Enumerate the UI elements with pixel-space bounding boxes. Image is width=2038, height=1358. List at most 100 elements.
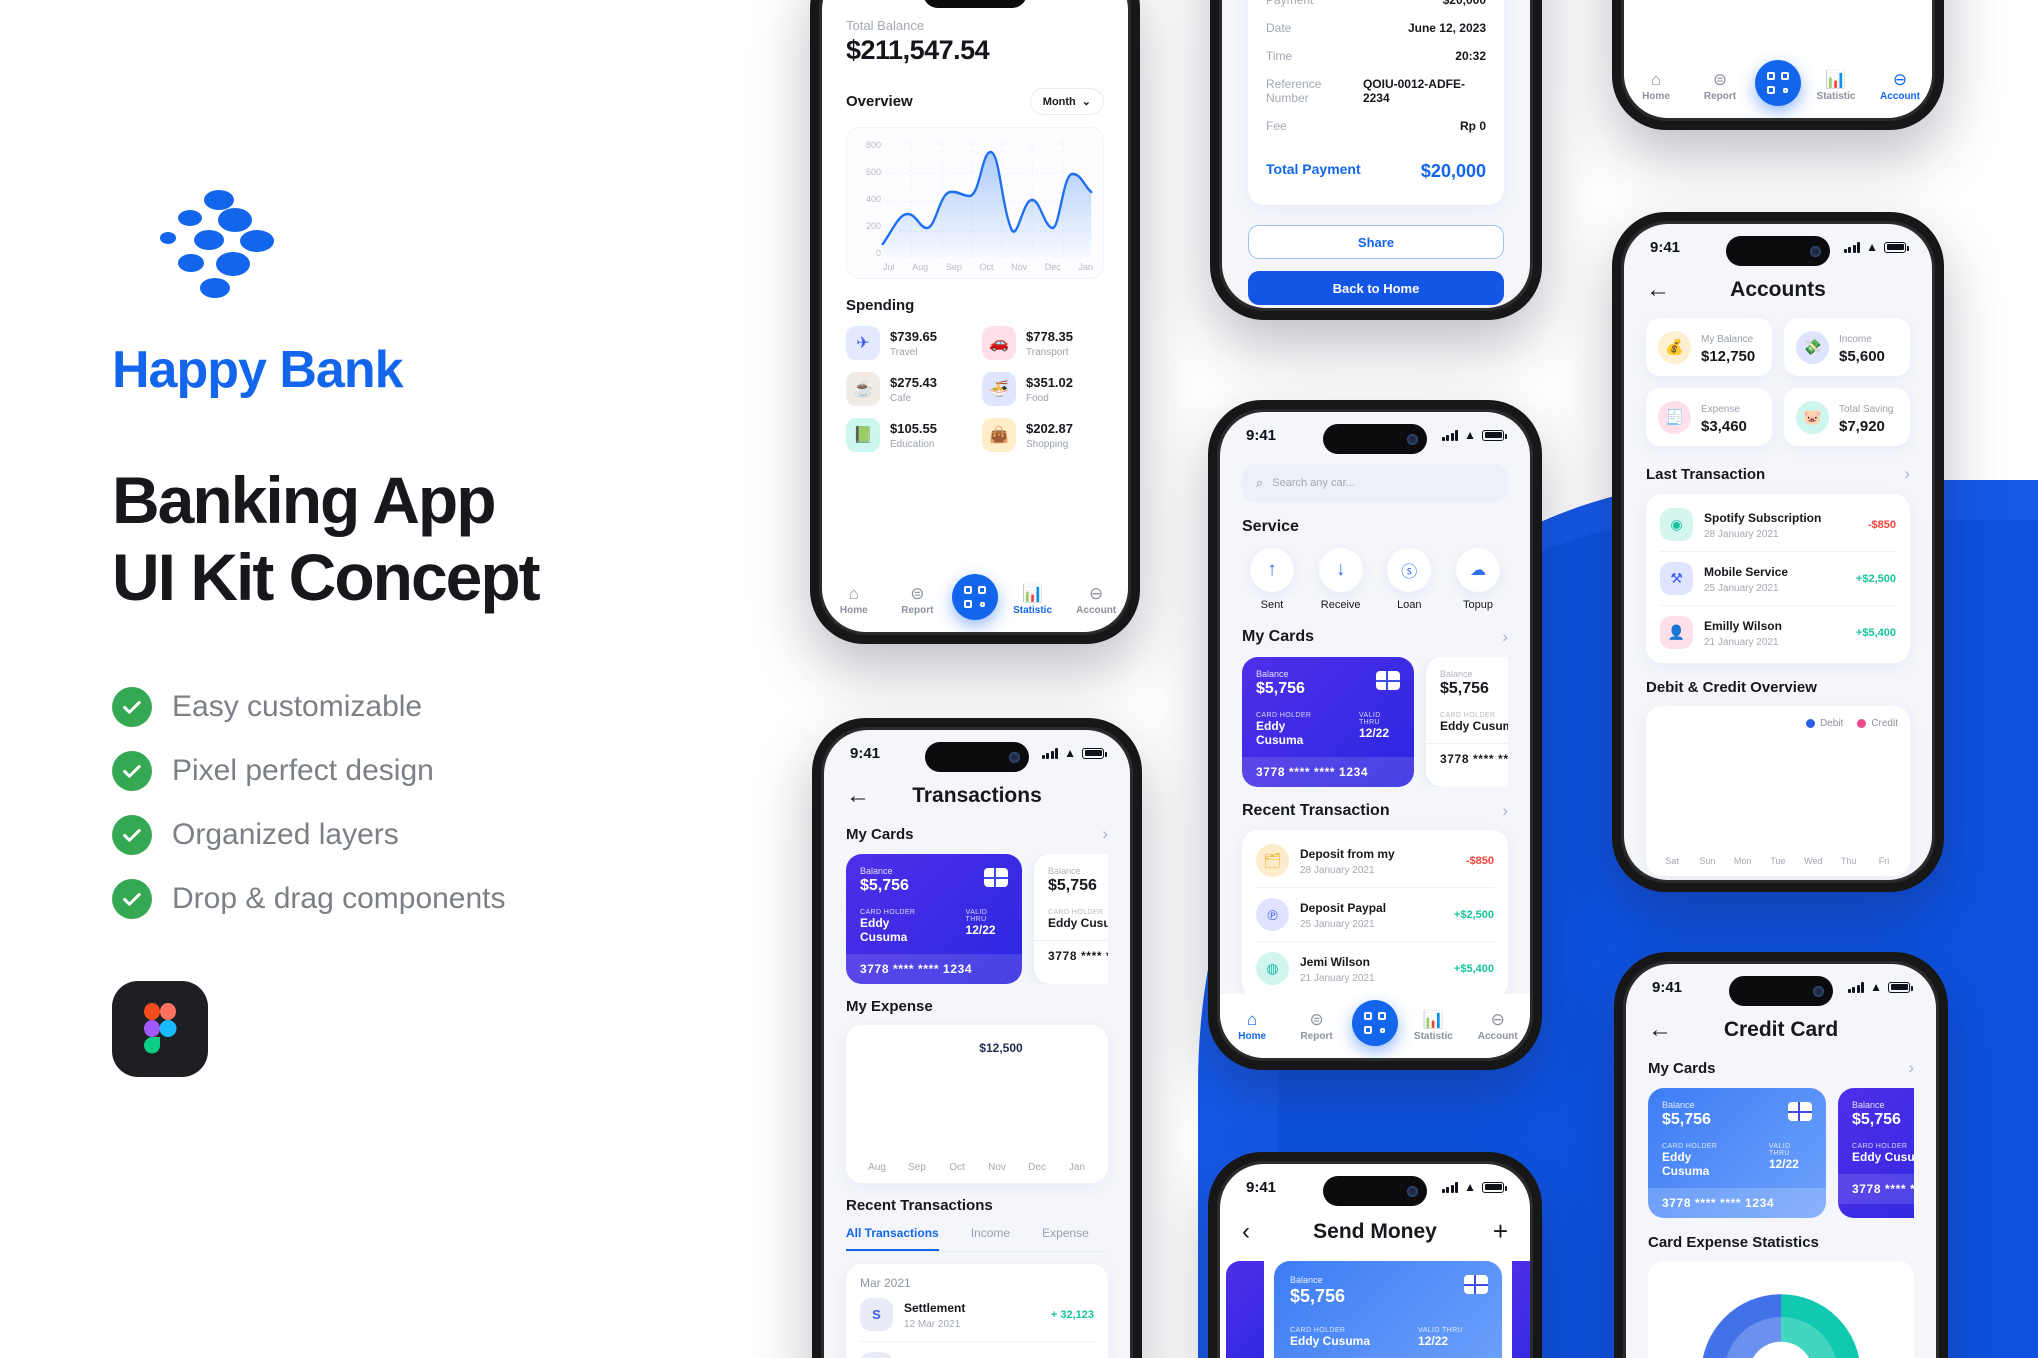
qr-scan-icon — [1363, 1012, 1386, 1034]
chevron-right-icon[interactable]: › — [1502, 801, 1508, 821]
list-item[interactable]: ☕ $275.43 Cafe — [846, 372, 968, 406]
nav-item-home[interactable]: ⌂ Home — [1627, 71, 1685, 102]
back-icon[interactable]: ← — [1648, 1016, 1678, 1044]
search-icon: ⌕ — [1256, 475, 1264, 490]
table-row[interactable]: ℗ Deposit Paypal 25 January 2021 +$2,500 — [1256, 887, 1494, 941]
nav-label: Account — [1477, 1030, 1518, 1042]
list-item[interactable]: 👜 $202.87 Shopping — [982, 418, 1104, 452]
nav-label: Report — [1300, 1030, 1333, 1042]
bottom-navigation[interactable]: ⌂ Home ⊜ Report 📊 Statistic ⊖ Account — [1624, 54, 1932, 118]
service-action-topup[interactable]: ☁ Topup — [1448, 548, 1508, 611]
feature-label: Pixel perfect design — [172, 754, 434, 788]
service-action-loan[interactable]: ⓢ Loan — [1379, 548, 1439, 611]
list-item[interactable]: ✈ $739.65 Travel — [846, 326, 968, 360]
bar-column: Oct — [940, 1155, 974, 1173]
bank-card[interactable]: Balance $5,756 CARD HOLDER Eddy Cusuma 3… — [1426, 657, 1508, 787]
card-number: 3778 **** **** 1234 — [1648, 1188, 1826, 1218]
status-time: 9:41 — [1246, 426, 1277, 444]
nav-item-statistic[interactable]: 📊 Statistic — [1404, 1011, 1462, 1042]
bottom-navigation[interactable]: ⌂ Home ⊜ Report 📊 Statistic ⊖ Account — [822, 568, 1128, 632]
bank-card[interactable]: Balance $5,756 CARD HOLDER Eddy Cusuma V… — [1242, 657, 1414, 787]
card-valid-label: VALID THRU — [965, 909, 988, 923]
back-to-home-button[interactable]: Back to Home — [1248, 271, 1504, 305]
x-tick: Aug — [868, 1162, 886, 1173]
statistic-icon: 📊 — [1825, 69, 1847, 89]
chevron-right-icon[interactable]: › — [1908, 1058, 1914, 1078]
service-label: Sent — [1260, 599, 1284, 611]
chart-legend: Debit Credit — [1658, 718, 1898, 729]
phone-payment-receipt: Payment $20,000 Date June 12, 2023 Time … — [1210, 0, 1542, 320]
nav-item-report[interactable]: ⊜ Report — [888, 585, 946, 616]
nav-item-report[interactable]: ⊜ Report — [1691, 71, 1749, 102]
nav-item-account[interactable]: ⊖ Account — [1871, 71, 1929, 102]
chevron-right-icon[interactable]: › — [1502, 627, 1508, 647]
share-button[interactable]: Share — [1248, 225, 1504, 259]
back-icon[interactable]: ← — [846, 782, 876, 810]
service-action-receive[interactable]: ↓ Receive — [1311, 548, 1371, 611]
nav-item-home[interactable]: ⌂ Home — [1223, 1011, 1281, 1042]
expense-icon: 🧾 — [1658, 400, 1691, 434]
chevron-left-icon[interactable]: ‹ — [1242, 1218, 1272, 1246]
table-row[interactable]: 👤 Emilly Wilson 21 January 2021 +$5,400 — [1660, 605, 1896, 659]
status-time: 9:41 — [1650, 238, 1681, 256]
nav-label: Report — [901, 604, 934, 616]
list-item[interactable]: 🚗 $778.35 Transport — [982, 326, 1104, 360]
bank-card[interactable]: Balance $5,756 CARD HOLDER Eddy Cusuma V… — [1648, 1088, 1826, 1218]
spending-amount: $778.35 — [1026, 329, 1073, 344]
nav-item-statistic[interactable]: 📊 Statistic — [1004, 585, 1062, 616]
stat-card-my-balance[interactable]: 💰 My Balance $12,750 — [1646, 318, 1772, 376]
card-balance-label: Balance — [1440, 669, 1473, 679]
signal-icon — [1441, 429, 1459, 441]
tab-all-transactions[interactable]: All Transactions — [846, 1226, 939, 1251]
app-bar: ← Credit Card — [1626, 1010, 1936, 1058]
receipt-row: Payment $20,000 — [1266, 0, 1486, 14]
nav-item-report[interactable]: ⊜ Report — [1288, 1011, 1346, 1042]
plus-icon[interactable]: + — [1478, 1216, 1508, 1247]
period-selector[interactable]: Month ⌄ — [1029, 88, 1104, 115]
stat-card-income[interactable]: 💸 Income $5,600 — [1784, 318, 1910, 376]
table-row[interactable]: S Settlement 12 Mar 2021 + 32,123 — [860, 1290, 1094, 1341]
chevron-right-icon[interactable]: › — [1904, 464, 1910, 484]
qr-scan-button[interactable] — [1351, 1000, 1398, 1046]
headline-line-1: Banking App — [112, 463, 497, 537]
phone-credit-card: 9:41 ▲ ← Credit Card My Cards › Balance … — [1614, 952, 1948, 1358]
transaction-amount: + 32,123 — [1050, 1308, 1094, 1321]
back-icon[interactable]: ← — [1646, 276, 1676, 304]
tab-income[interactable]: Income — [971, 1226, 1010, 1251]
page-title: Send Money — [1313, 1219, 1437, 1243]
total-balance-value: $211,547.54 — [846, 35, 990, 65]
bank-card-next[interactable] — [1512, 1261, 1530, 1358]
nav-item-account[interactable]: ⊖ Account — [1469, 1011, 1527, 1042]
bar-column: Dec — [1020, 1155, 1054, 1173]
stat-card-total-saving[interactable]: 🐷 Total Saving $7,920 — [1784, 388, 1910, 446]
table-row[interactable]: ⚒ Mobile Service 25 January 2021 +$2,500 — [1660, 551, 1896, 605]
qr-scan-button[interactable] — [951, 574, 998, 620]
list-item[interactable]: 📗 $105.55 Education — [846, 418, 968, 452]
chevron-right-icon[interactable]: › — [1102, 824, 1108, 844]
service-action-sent[interactable]: ↑ Sent — [1242, 548, 1302, 611]
spending-title: Spending — [846, 297, 915, 314]
nav-item-home[interactable]: ⌂ Home — [825, 585, 883, 616]
stat-label: Income — [1839, 334, 1872, 345]
table-row[interactable]: G Google Play - Marb… — [860, 1341, 1094, 1358]
nav-item-statistic[interactable]: 📊 Statistic — [1807, 71, 1865, 102]
table-row[interactable]: 🗂 Deposit from my 28 January 2021 -$850 — [1256, 834, 1494, 887]
bank-card[interactable]: Balance $5,756 CARD HOLDER Eddy Cusuma 3… — [1034, 854, 1108, 984]
bank-card-prev[interactable] — [1226, 1261, 1264, 1358]
nav-item-account[interactable]: ⊖ Account — [1067, 585, 1125, 616]
bank-card[interactable]: Balance $5,756 CARD HOLDER Eddy Cusuma 3… — [1838, 1088, 1914, 1218]
bank-card[interactable]: Balance $5,756 CARD HOLDER Eddy Cusuma V… — [1274, 1261, 1502, 1358]
x-tick: Dec — [1028, 1162, 1046, 1173]
card-holder-label: CARD HOLDER — [1852, 1143, 1908, 1150]
stat-card-expense[interactable]: 🧾 Expense $3,460 — [1646, 388, 1772, 446]
qr-scan-button[interactable] — [1755, 60, 1801, 106]
dynamic-island — [1729, 976, 1833, 1006]
list-item[interactable]: 🍜 $351.02 Food — [982, 372, 1104, 406]
tab-expense[interactable]: Expense — [1042, 1226, 1089, 1251]
bottom-navigation[interactable]: ⌂ Home ⊜ Report 📊 Statistic ⊖ Account — [1220, 994, 1530, 1058]
transaction-tabs[interactable]: All Transactions Income Expense — [846, 1226, 1108, 1252]
bank-card[interactable]: Balance $5,756 CARD HOLDER Eddy Cusuma V… — [846, 854, 1022, 984]
table-row[interactable]: ◉ Spotify Subscription 28 January 2021 -… — [1660, 498, 1896, 551]
search-input[interactable]: ⌕ Search any car... — [1242, 464, 1508, 502]
table-row[interactable]: ◍ Jemi Wilson 21 January 2021 +$5,400 — [1256, 941, 1494, 995]
